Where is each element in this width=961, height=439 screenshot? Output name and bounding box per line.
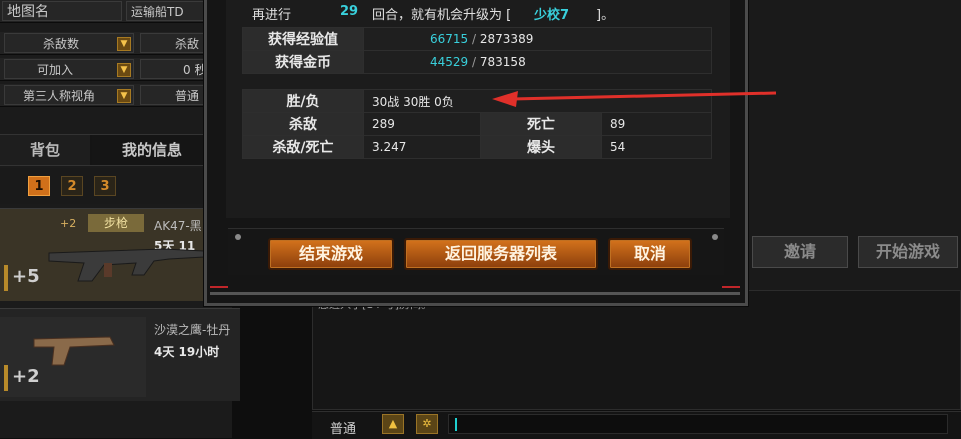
win-condition-select[interactable]: 杀敌数 ▼: [4, 33, 134, 53]
frame-accent: [722, 286, 740, 288]
mode-value: 普通: [175, 89, 200, 103]
exp-sep: /: [472, 32, 477, 46]
cancel-button[interactable]: 取消: [608, 238, 692, 270]
annotation-arrow: [492, 91, 777, 107]
rivet-icon: [235, 234, 241, 240]
upgrade-bar: [4, 265, 8, 291]
kill-count-row: 杀敌数 ▼ 杀敌: [0, 32, 232, 55]
headshots-label: 爆头: [480, 135, 602, 159]
pistol-icon: [33, 336, 115, 366]
inventory-tabs: 背包 我的信息: [0, 134, 232, 166]
exp-label: 获得经验值: [242, 27, 364, 51]
upgrade-level: +5: [12, 266, 40, 287]
view-row: 第三人称视角 ▼ 普通: [0, 84, 232, 107]
tab-my-info[interactable]: 我的信息: [92, 135, 212, 165]
page-3-button[interactable]: 3: [94, 176, 116, 196]
exp-current: 66715: [430, 32, 469, 46]
upgrade-suffix: ]。: [596, 8, 615, 23]
weapon-time: 4天 19小时: [154, 345, 220, 359]
join-value: 可加入: [37, 63, 74, 77]
page-selector: 1 2 3: [0, 168, 232, 204]
weapon-name: AK47-黑: [154, 219, 202, 233]
win-condition-value: 杀敌数: [43, 37, 80, 51]
kills-row: 杀敌 289 死亡 89: [242, 112, 712, 136]
weapon-slot-pistol[interactable]: +2 沙漠之鹰-牡丹 4天 19小时: [0, 308, 240, 401]
chevron-down-icon[interactable]: ▼: [117, 37, 131, 51]
chevron-up-icon[interactable]: ▲: [382, 414, 404, 434]
gold-value: 44529 / 783158: [363, 50, 712, 74]
frame-accent: [210, 286, 228, 288]
deaths-value: 89: [601, 112, 712, 136]
exp-total: 2873389: [479, 32, 534, 46]
next-rank: 少校7: [534, 8, 570, 23]
chevron-down-icon[interactable]: ▼: [117, 89, 131, 103]
chevron-down-icon[interactable]: ▼: [117, 63, 131, 77]
exp-value: 66715 / 2873389: [363, 27, 712, 51]
upgrade-prefix: 再进行: [252, 8, 292, 23]
map-label: 地图名: [2, 1, 122, 21]
rivet-icon: [712, 234, 718, 240]
record-label: 胜/负: [242, 89, 364, 113]
kd-row: 杀敌/死亡 3.247 爆头 54: [242, 135, 712, 159]
chat-mode-label[interactable]: 普通: [330, 418, 356, 437]
kills-label: 杀敌: [242, 112, 364, 136]
kills-value: 289: [363, 112, 481, 136]
kd-label: 杀敌/死亡: [242, 135, 364, 159]
map-row: 地图名 运输船TD: [0, 0, 232, 23]
gold-row: 获得金币 44529 / 783158: [242, 50, 712, 74]
rounds-remaining: 29: [340, 4, 359, 19]
weapon-name: 沙漠之鹰-牡丹: [154, 323, 231, 337]
category-badge: 步枪: [88, 214, 144, 232]
page-2-button[interactable]: 2: [61, 176, 83, 196]
exp-row: 获得经验值 66715 / 2873389: [242, 27, 712, 51]
invite-button[interactable]: 邀请: [752, 236, 848, 268]
upgrade-middle: 回合，就有机会升级为 [: [372, 8, 512, 23]
text-caret: [455, 418, 457, 431]
gold-current: 44529: [430, 55, 469, 69]
badge-plus: +2: [60, 217, 77, 230]
view-value: 第三人称视角: [23, 89, 96, 103]
gold-total: 783158: [479, 55, 526, 69]
return-server-list-button[interactable]: 返回服务器列表: [404, 238, 598, 270]
chat-input[interactable]: [448, 414, 948, 434]
kill-target-value: 杀敌: [175, 37, 200, 51]
tab-bag[interactable]: 背包: [0, 135, 90, 165]
start-game-button[interactable]: 开始游戏: [858, 236, 958, 268]
join-select[interactable]: 可加入 ▼: [4, 59, 134, 79]
time-value: 0 秒: [183, 63, 207, 77]
gold-label: 获得金币: [242, 50, 364, 74]
deaths-label: 死亡: [480, 112, 602, 136]
gear-icon[interactable]: ✲: [416, 414, 438, 434]
upgrade-bar: [4, 365, 8, 391]
reward-table: 获得经验值 66715 / 2873389 获得金币 44529 / 78315…: [242, 27, 712, 74]
kd-value: 3.247: [363, 135, 481, 159]
frame-bottom: [210, 292, 740, 295]
gold-sep: /: [472, 55, 477, 69]
view-select[interactable]: 第三人称视角 ▼: [4, 85, 134, 105]
page-1-button[interactable]: 1: [28, 176, 50, 196]
rifle-icon: [48, 248, 205, 282]
headshots-value: 54: [601, 135, 712, 159]
join-row: 可加入 ▼ 0 秒: [0, 58, 232, 81]
end-game-button[interactable]: 结束游戏: [268, 238, 394, 270]
